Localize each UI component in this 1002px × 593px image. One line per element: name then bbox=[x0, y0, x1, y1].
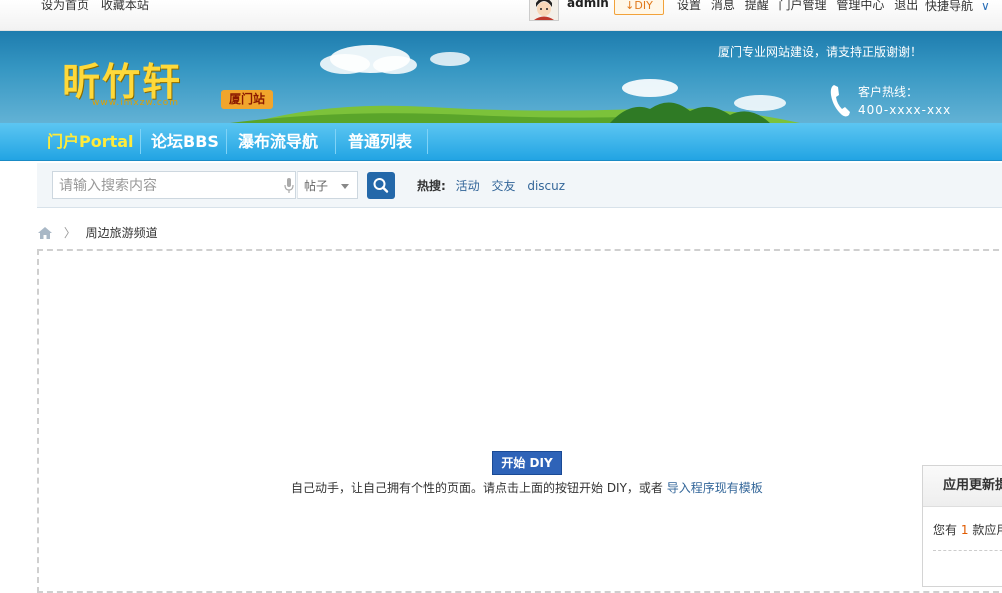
search-icon bbox=[373, 178, 389, 193]
nav-item-waterfall[interactable]: 瀑布流导航 bbox=[238, 123, 318, 160]
search-scope-value: 帖子 bbox=[304, 179, 329, 193]
app-update-body: 您有 1 款应用有更新 bbox=[923, 507, 1002, 538]
nav-divider bbox=[335, 129, 336, 154]
app-update-text-prefix: 您有 bbox=[933, 523, 958, 537]
divider bbox=[933, 550, 1002, 551]
avatar[interactable] bbox=[529, 0, 559, 21]
diy-description-text: 自己动手，让自己拥有个性的页面。请点击上面的按钮开始 DIY，或者 bbox=[291, 481, 663, 495]
nav-divider bbox=[226, 129, 227, 154]
hotline-number: 400-xxxx-xxx bbox=[858, 103, 952, 117]
hot-search: 热搜: 活动 交友 discuz bbox=[417, 177, 573, 194]
hot-search-label: 热搜: bbox=[417, 179, 446, 193]
bookmark-link[interactable]: 收藏本站 bbox=[101, 0, 149, 12]
settings-link[interactable]: 设置 bbox=[677, 0, 701, 12]
logo-url: www.imxzw.com bbox=[92, 98, 180, 108]
import-template-link[interactable]: 导入程序现有模板 bbox=[667, 481, 763, 495]
avatar-icon bbox=[530, 0, 558, 20]
user-menu: 设置 消息 提醒 门户管理 管理中心 退出 bbox=[677, 0, 924, 13]
nav-item-portal[interactable]: 门户Portal bbox=[47, 123, 134, 160]
phone-icon bbox=[830, 85, 850, 117]
app-update-text-suffix: 款应用有更新 bbox=[972, 523, 1002, 537]
slogan: 厦门专业网站建设，请支持正版谢谢！ bbox=[718, 45, 923, 59]
chevron-down-icon: ∨ bbox=[981, 0, 990, 13]
main-nav: 门户Portal 论坛BBS 瀑布流导航 普通列表 bbox=[0, 123, 1002, 161]
top-bar: 设为首页 收藏本站 admin ↓DIY 设置 消息 提醒 门户管理 管理中心 … bbox=[0, 0, 1002, 31]
home-icon[interactable] bbox=[38, 227, 52, 239]
logout-link[interactable]: 退出 bbox=[894, 0, 918, 12]
hot-term-link[interactable]: 交友 bbox=[491, 179, 515, 193]
admin-center-link[interactable]: 管理中心 bbox=[836, 0, 884, 12]
breadcrumb-separator: 〉 bbox=[63, 226, 76, 240]
diy-button[interactable]: ↓DIY bbox=[614, 0, 664, 15]
hot-term-link[interactable]: 活动 bbox=[456, 179, 480, 193]
microphone-icon[interactable] bbox=[284, 178, 294, 194]
nav-divider bbox=[427, 129, 428, 154]
search-scope-select[interactable]: 帖子 bbox=[297, 171, 358, 199]
notifications-link[interactable]: 提醒 bbox=[745, 0, 769, 12]
messages-link[interactable]: 消息 bbox=[711, 0, 735, 12]
breadcrumb: 〉 周边旅游频道 bbox=[38, 224, 158, 241]
nav-item-list[interactable]: 普通列表 bbox=[348, 123, 412, 160]
hot-term-link[interactable]: discuz bbox=[527, 179, 565, 193]
top-left-links: 设为首页 收藏本站 bbox=[41, 0, 157, 13]
diy-frame bbox=[37, 249, 1002, 593]
diy-label: DIY bbox=[634, 0, 653, 12]
portal-admin-link[interactable]: 门户管理 bbox=[779, 0, 827, 12]
nav-item-bbs[interactable]: 论坛BBS bbox=[151, 123, 219, 160]
search-button[interactable] bbox=[367, 172, 395, 199]
app-update-title: 应用更新提醒 bbox=[923, 466, 1002, 507]
start-diy-button[interactable]: 开始 DIY bbox=[492, 451, 562, 475]
search-bar: 请输入搜索内容 帖子 热搜: 活动 交友 discuz bbox=[37, 163, 1002, 208]
username[interactable]: admin bbox=[567, 0, 609, 10]
caret-down-icon bbox=[341, 184, 349, 189]
app-update-panel: 应用更新提醒 您有 1 款应用有更新 bbox=[922, 465, 1002, 587]
breadcrumb-current[interactable]: 周边旅游频道 bbox=[86, 226, 158, 240]
app-update-count: 1 bbox=[960, 523, 969, 537]
diy-description: 自己动手，让自己拥有个性的页面。请点击上面的按钮开始 DIY，或者 导入程序现有… bbox=[291, 479, 763, 496]
nav-divider bbox=[140, 129, 141, 154]
down-arrow-icon: ↓ bbox=[625, 0, 635, 12]
set-homepage-link[interactable]: 设为首页 bbox=[41, 0, 89, 12]
search-input[interactable]: 请输入搜索内容 bbox=[52, 171, 296, 199]
header-banner: 昕竹轩 www.imxzw.com 厦门站 厦门专业网站建设，请支持正版谢谢！ … bbox=[0, 31, 1002, 123]
hotline-label: 客户热线： bbox=[858, 85, 919, 99]
quick-nav-label: 快捷导航 bbox=[925, 0, 974, 13]
station-badge: 厦门站 bbox=[221, 90, 273, 109]
quick-nav[interactable]: 快捷导航 ∨ bbox=[925, 0, 990, 14]
